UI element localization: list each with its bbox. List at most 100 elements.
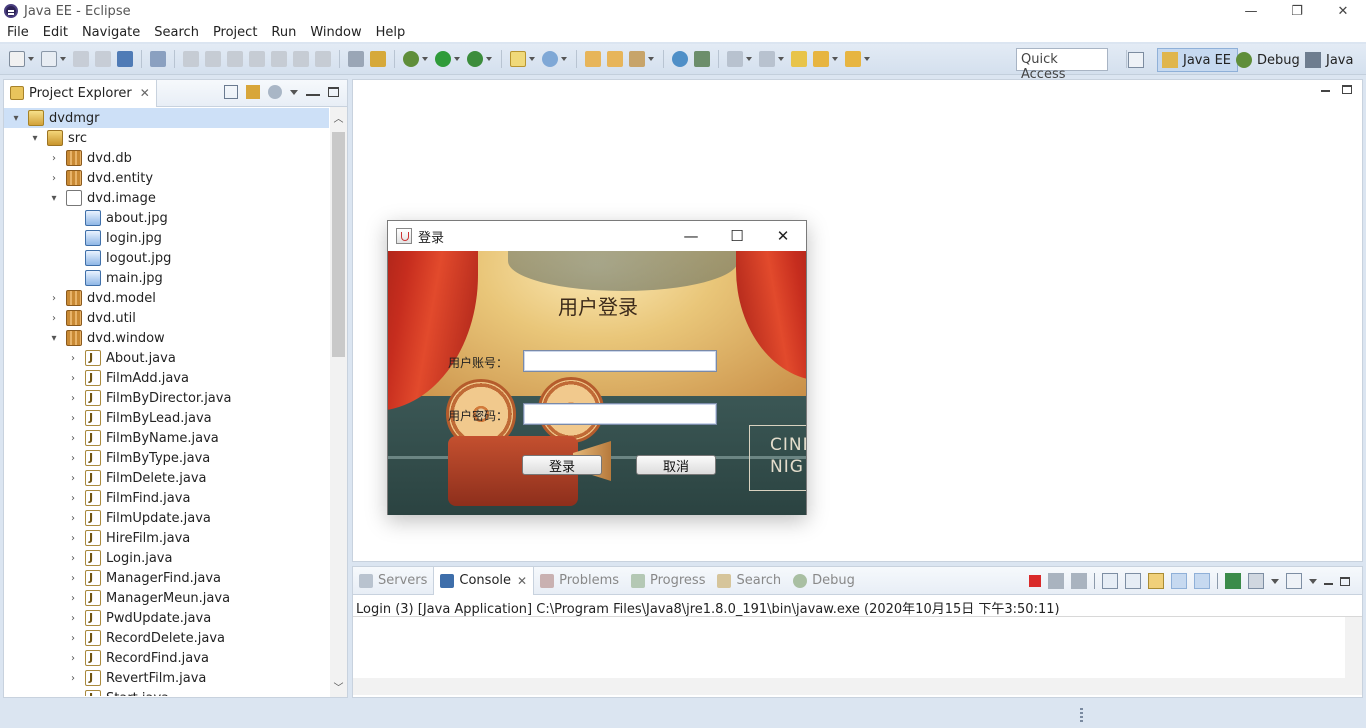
terminate-icon[interactable] (227, 51, 243, 67)
last-edit-icon[interactable] (791, 51, 807, 67)
next-annotation-icon[interactable] (727, 51, 743, 67)
tree-item-recorddelete-java[interactable]: › RecordDelete.java (4, 628, 329, 648)
collapsed-chevron-icon[interactable]: › (67, 372, 79, 384)
tree-item-login-jpg[interactable]: login.jpg (4, 228, 329, 248)
chevron-down-icon[interactable] (778, 57, 784, 61)
collapsed-chevron-icon[interactable]: › (67, 452, 79, 464)
chevron-down-icon[interactable] (832, 57, 838, 61)
minimize-button[interactable]: — (1228, 0, 1274, 22)
new-server-icon[interactable] (41, 51, 57, 67)
collapsed-chevron-icon[interactable]: › (48, 292, 60, 304)
run-server-icon[interactable] (467, 51, 483, 67)
console-horizontal-scrollbar[interactable] (353, 678, 1362, 695)
maximize-icon[interactable] (1340, 576, 1350, 586)
close-icon[interactable]: ✕ (140, 86, 150, 100)
collapsed-chevron-icon[interactable]: › (67, 572, 79, 584)
terminate-icon[interactable] (1029, 575, 1041, 587)
dialog-close-button[interactable]: ✕ (760, 221, 806, 251)
scroll-lock-icon[interactable] (1125, 573, 1141, 589)
chevron-down-icon[interactable] (28, 57, 34, 61)
suspend-icon[interactable] (205, 51, 221, 67)
expanded-chevron-icon[interactable]: ▾ (29, 132, 41, 144)
tree-item-filmbydirector-java[interactable]: › FilmByDirector.java (4, 388, 329, 408)
skip-breakpoints-icon[interactable] (150, 51, 166, 67)
close-button[interactable]: ✕ (1320, 0, 1366, 22)
expanded-chevron-icon[interactable]: ▾ (48, 192, 60, 204)
debug-icon[interactable] (403, 51, 419, 67)
show-stdout-icon[interactable] (1171, 573, 1187, 589)
resume-icon[interactable] (183, 51, 199, 67)
menu-run[interactable]: Run (264, 25, 303, 40)
annotation-icon[interactable] (694, 51, 710, 67)
step-return-icon[interactable] (315, 51, 331, 67)
menu-window[interactable]: Window (303, 25, 368, 40)
new-icon[interactable] (9, 51, 25, 67)
login-button[interactable]: 登录 (522, 455, 602, 475)
tab-debug[interactable]: Debug (787, 567, 861, 595)
clear-console-icon[interactable] (1102, 573, 1118, 589)
collapsed-chevron-icon[interactable]: › (48, 152, 60, 164)
link-editor-icon[interactable] (246, 85, 260, 99)
tree-item-dvd-entity[interactable]: › dvd.entity (4, 168, 329, 188)
tree-item-dvd-image[interactable]: ▾ dvd.image (4, 188, 329, 208)
collapsed-chevron-icon[interactable]: › (67, 652, 79, 664)
tree-item-dvdmgr[interactable]: ▾ dvdmgr (4, 108, 329, 128)
collapsed-chevron-icon[interactable]: › (67, 352, 79, 364)
restore-button[interactable]: ❐ (1274, 0, 1320, 22)
tree-item-managerfind-java[interactable]: › ManagerFind.java (4, 568, 329, 588)
open-console-icon[interactable] (1286, 573, 1302, 589)
tree-item-hirefilm-java[interactable]: › HireFilm.java (4, 528, 329, 548)
focus-icon[interactable] (268, 85, 282, 99)
tab-progress[interactable]: Progress (625, 567, 711, 595)
minimize-icon[interactable] (1324, 578, 1333, 585)
tab-search[interactable]: Search (711, 567, 787, 595)
tree-item-filmdelete-java[interactable]: › FilmDelete.java (4, 468, 329, 488)
collapsed-chevron-icon[interactable]: › (48, 172, 60, 184)
chevron-down-icon[interactable] (529, 57, 535, 61)
scroll-up-icon[interactable]: ︿ (330, 109, 347, 126)
scroll-down-icon[interactable]: ﹀ (330, 678, 347, 695)
save-icon[interactable] (73, 51, 89, 67)
new-class-icon[interactable] (542, 51, 558, 67)
dialog-maximize-button[interactable]: ☐ (714, 221, 760, 251)
pin-console-icon[interactable] (1225, 573, 1241, 589)
perspective-debug[interactable]: Debug (1236, 48, 1300, 72)
collapsed-chevron-icon[interactable]: › (48, 312, 60, 324)
tab-console[interactable]: Console ✕ (433, 566, 535, 595)
tree-scrollbar[interactable]: ︿ ﹀ (330, 107, 347, 697)
tree-item-dvd-model[interactable]: › dvd.model (4, 288, 329, 308)
menu-help[interactable]: Help (369, 25, 413, 40)
chevron-down-icon[interactable] (454, 57, 460, 61)
collapsed-chevron-icon[interactable]: › (67, 632, 79, 644)
tab-problems[interactable]: Problems (534, 567, 625, 595)
expanded-chevron-icon[interactable]: ▾ (48, 332, 60, 344)
collapsed-chevron-icon[interactable]: › (67, 472, 79, 484)
word-wrap-icon[interactable] (1148, 573, 1164, 589)
tab-servers[interactable]: Servers (353, 567, 433, 595)
tab-project-explorer[interactable]: Project Explorer ✕ (4, 79, 157, 107)
minimize-icon[interactable] (306, 88, 320, 96)
collapsed-chevron-icon[interactable]: › (67, 672, 79, 684)
collapsed-chevron-icon[interactable]: › (67, 612, 79, 624)
tree-item-filmfind-java[interactable]: › FilmFind.java (4, 488, 329, 508)
step-into-icon[interactable] (271, 51, 287, 67)
maximize-icon[interactable] (328, 87, 339, 97)
account-input[interactable] (523, 350, 717, 372)
tree-item-filmadd-java[interactable]: › FilmAdd.java (4, 368, 329, 388)
tree-item-managermeun-java[interactable]: › ManagerMeun.java (4, 588, 329, 608)
save-all-icon[interactable] (95, 51, 111, 67)
show-stderr-icon[interactable] (1194, 573, 1210, 589)
chevron-down-icon[interactable] (648, 57, 654, 61)
search-icon[interactable] (629, 51, 645, 67)
tree-item-dvd-db[interactable]: › dvd.db (4, 148, 329, 168)
console-vertical-scrollbar[interactable] (1345, 617, 1362, 681)
tree-item-logout-jpg[interactable]: logout.jpg (4, 248, 329, 268)
chevron-down-icon[interactable] (486, 57, 492, 61)
collapsed-chevron-icon[interactable]: › (67, 552, 79, 564)
chevron-down-icon[interactable] (1271, 578, 1279, 584)
remove-launch-icon[interactable] (1048, 573, 1064, 589)
expanded-chevron-icon[interactable]: ▾ (10, 112, 22, 124)
tree-item-filmbyname-java[interactable]: › FilmByName.java (4, 428, 329, 448)
chevron-down-icon[interactable] (561, 57, 567, 61)
tree-item-about-jpg[interactable]: about.jpg (4, 208, 329, 228)
